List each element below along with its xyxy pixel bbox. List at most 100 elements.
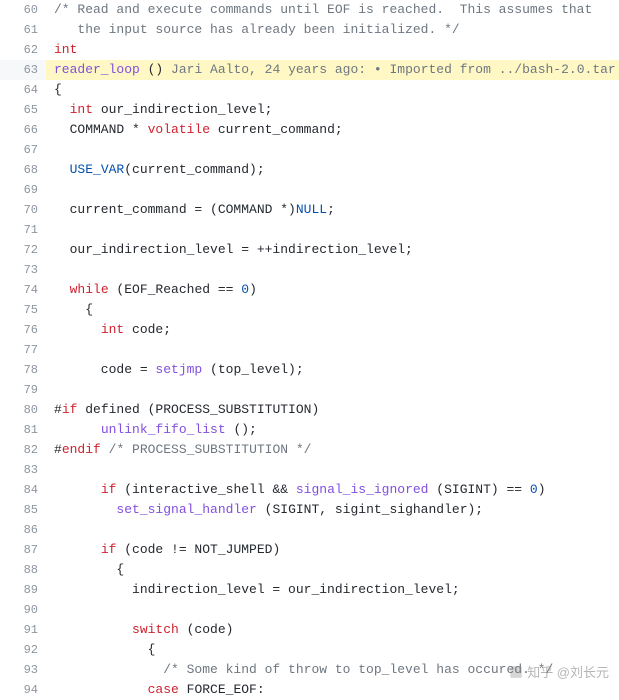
line-content[interactable] xyxy=(46,140,619,160)
line-number[interactable]: 77 xyxy=(0,340,46,360)
line-number[interactable]: 92 xyxy=(0,640,46,660)
line-content[interactable]: indirection_level = our_indirection_leve… xyxy=(46,580,619,600)
code-line[interactable]: 93 /* Some kind of throw to top_level ha… xyxy=(0,660,619,680)
code-line[interactable]: 70 current_command = (COMMAND *)NULL; xyxy=(0,200,619,220)
line-content[interactable] xyxy=(46,460,619,480)
line-content[interactable]: int code; xyxy=(46,320,619,340)
line-number[interactable]: 74 xyxy=(0,280,46,300)
code-line[interactable]: 88 { xyxy=(0,560,619,580)
line-number[interactable]: 60 xyxy=(0,0,46,20)
line-number[interactable]: 76 xyxy=(0,320,46,340)
code-line[interactable]: 87 if (code != NOT_JUMPED) xyxy=(0,540,619,560)
code-line[interactable]: 89 indirection_level = our_indirection_l… xyxy=(0,580,619,600)
line-content[interactable]: #endif /* PROCESS_SUBSTITUTION */ xyxy=(46,440,619,460)
line-content[interactable]: the input source has already been initia… xyxy=(46,20,619,40)
line-number[interactable]: 82 xyxy=(0,440,46,460)
code-line[interactable]: 92 { xyxy=(0,640,619,660)
code-line[interactable]: 80#if defined (PROCESS_SUBSTITUTION) xyxy=(0,400,619,420)
code-line[interactable]: 90 xyxy=(0,600,619,620)
line-number[interactable]: 62 xyxy=(0,40,46,60)
line-number[interactable]: 86 xyxy=(0,520,46,540)
line-number[interactable]: 93 xyxy=(0,660,46,680)
code-line[interactable]: 66 COMMAND * volatile current_command; xyxy=(0,120,619,140)
line-content[interactable]: /* Some kind of throw to top_level has o… xyxy=(46,660,619,680)
line-number[interactable]: 88 xyxy=(0,560,46,580)
line-content[interactable]: unlink_fifo_list (); xyxy=(46,420,619,440)
code-line[interactable]: 67 xyxy=(0,140,619,160)
line-number[interactable]: 71 xyxy=(0,220,46,240)
line-content[interactable]: int xyxy=(46,40,619,60)
line-content[interactable]: int our_indirection_level; xyxy=(46,100,619,120)
line-content[interactable] xyxy=(46,180,619,200)
line-number[interactable]: 70 xyxy=(0,200,46,220)
line-number[interactable]: 83 xyxy=(0,460,46,480)
line-number[interactable]: 66 xyxy=(0,120,46,140)
line-number[interactable]: 90 xyxy=(0,600,46,620)
code-line[interactable]: 75 { xyxy=(0,300,619,320)
line-number[interactable]: 80 xyxy=(0,400,46,420)
line-number[interactable]: 79 xyxy=(0,380,46,400)
code-line[interactable]: 64{ xyxy=(0,80,619,100)
line-number[interactable]: 87 xyxy=(0,540,46,560)
code-line[interactable]: 81 unlink_fifo_list (); xyxy=(0,420,619,440)
code-line[interactable]: 69 xyxy=(0,180,619,200)
code-line[interactable]: 86 xyxy=(0,520,619,540)
line-content[interactable]: case FORCE_EOF: xyxy=(46,680,619,700)
code-line[interactable]: 68 USE_VAR(current_command); xyxy=(0,160,619,180)
line-content[interactable]: #if defined (PROCESS_SUBSTITUTION) xyxy=(46,400,619,420)
code-line[interactable]: 84 if (interactive_shell && signal_is_ig… xyxy=(0,480,619,500)
line-content[interactable]: set_signal_handler (SIGINT, sigint_sigha… xyxy=(46,500,619,520)
code-line[interactable]: 82#endif /* PROCESS_SUBSTITUTION */ xyxy=(0,440,619,460)
line-content[interactable]: USE_VAR(current_command); xyxy=(46,160,619,180)
line-number[interactable]: 81 xyxy=(0,420,46,440)
code-line[interactable]: 85 set_signal_handler (SIGINT, sigint_si… xyxy=(0,500,619,520)
line-content[interactable]: reader_loop () Jari Aalto, 24 years ago:… xyxy=(46,60,619,80)
line-number[interactable]: 65 xyxy=(0,100,46,120)
line-number[interactable]: 61 xyxy=(0,20,46,40)
line-content[interactable] xyxy=(46,600,619,620)
code-line[interactable]: 76 int code; xyxy=(0,320,619,340)
code-line[interactable]: 62int xyxy=(0,40,619,60)
line-content[interactable] xyxy=(46,260,619,280)
code-line[interactable]: 61 the input source has already been ini… xyxy=(0,20,619,40)
code-line[interactable]: 94 case FORCE_EOF: xyxy=(0,680,619,700)
line-content[interactable] xyxy=(46,340,619,360)
line-number[interactable]: 94 xyxy=(0,680,46,700)
code-line[interactable]: 77 xyxy=(0,340,619,360)
code-line[interactable]: 60/* Read and execute commands until EOF… xyxy=(0,0,619,20)
code-line[interactable]: 78 code = setjmp (top_level); xyxy=(0,360,619,380)
line-number[interactable]: 91 xyxy=(0,620,46,640)
line-content[interactable]: our_indirection_level = ++indirection_le… xyxy=(46,240,619,260)
line-number[interactable]: 75 xyxy=(0,300,46,320)
code-line[interactable]: 74 while (EOF_Reached == 0) xyxy=(0,280,619,300)
line-number[interactable]: 64 xyxy=(0,80,46,100)
line-number[interactable]: 68 xyxy=(0,160,46,180)
code-line[interactable]: 71 xyxy=(0,220,619,240)
line-content[interactable]: switch (code) xyxy=(46,620,619,640)
code-line[interactable]: 65 int our_indirection_level; xyxy=(0,100,619,120)
line-content[interactable]: if (code != NOT_JUMPED) xyxy=(46,540,619,560)
line-content[interactable]: { xyxy=(46,640,619,660)
line-content[interactable]: code = setjmp (top_level); xyxy=(46,360,619,380)
code-line[interactable]: 72 our_indirection_level = ++indirection… xyxy=(0,240,619,260)
line-number[interactable]: 89 xyxy=(0,580,46,600)
line-number[interactable]: 78 xyxy=(0,360,46,380)
code-line[interactable]: 91 switch (code) xyxy=(0,620,619,640)
line-content[interactable]: { xyxy=(46,300,619,320)
code-line[interactable]: 73 xyxy=(0,260,619,280)
line-number[interactable]: 69 xyxy=(0,180,46,200)
line-number[interactable]: 85 xyxy=(0,500,46,520)
line-content[interactable]: /* Read and execute commands until EOF i… xyxy=(46,0,619,20)
line-number[interactable]: 63 xyxy=(0,60,46,80)
line-content[interactable] xyxy=(46,220,619,240)
line-content[interactable]: { xyxy=(46,80,619,100)
line-content[interactable]: { xyxy=(46,560,619,580)
line-content[interactable] xyxy=(46,380,619,400)
line-content[interactable]: while (EOF_Reached == 0) xyxy=(46,280,619,300)
line-content[interactable]: current_command = (COMMAND *)NULL; xyxy=(46,200,619,220)
line-content[interactable]: if (interactive_shell && signal_is_ignor… xyxy=(46,480,619,500)
line-number[interactable]: 73 xyxy=(0,260,46,280)
code-line[interactable]: 79 xyxy=(0,380,619,400)
code-line[interactable]: 63reader_loop () Jari Aalto, 24 years ag… xyxy=(0,60,619,80)
line-number[interactable]: 72 xyxy=(0,240,46,260)
